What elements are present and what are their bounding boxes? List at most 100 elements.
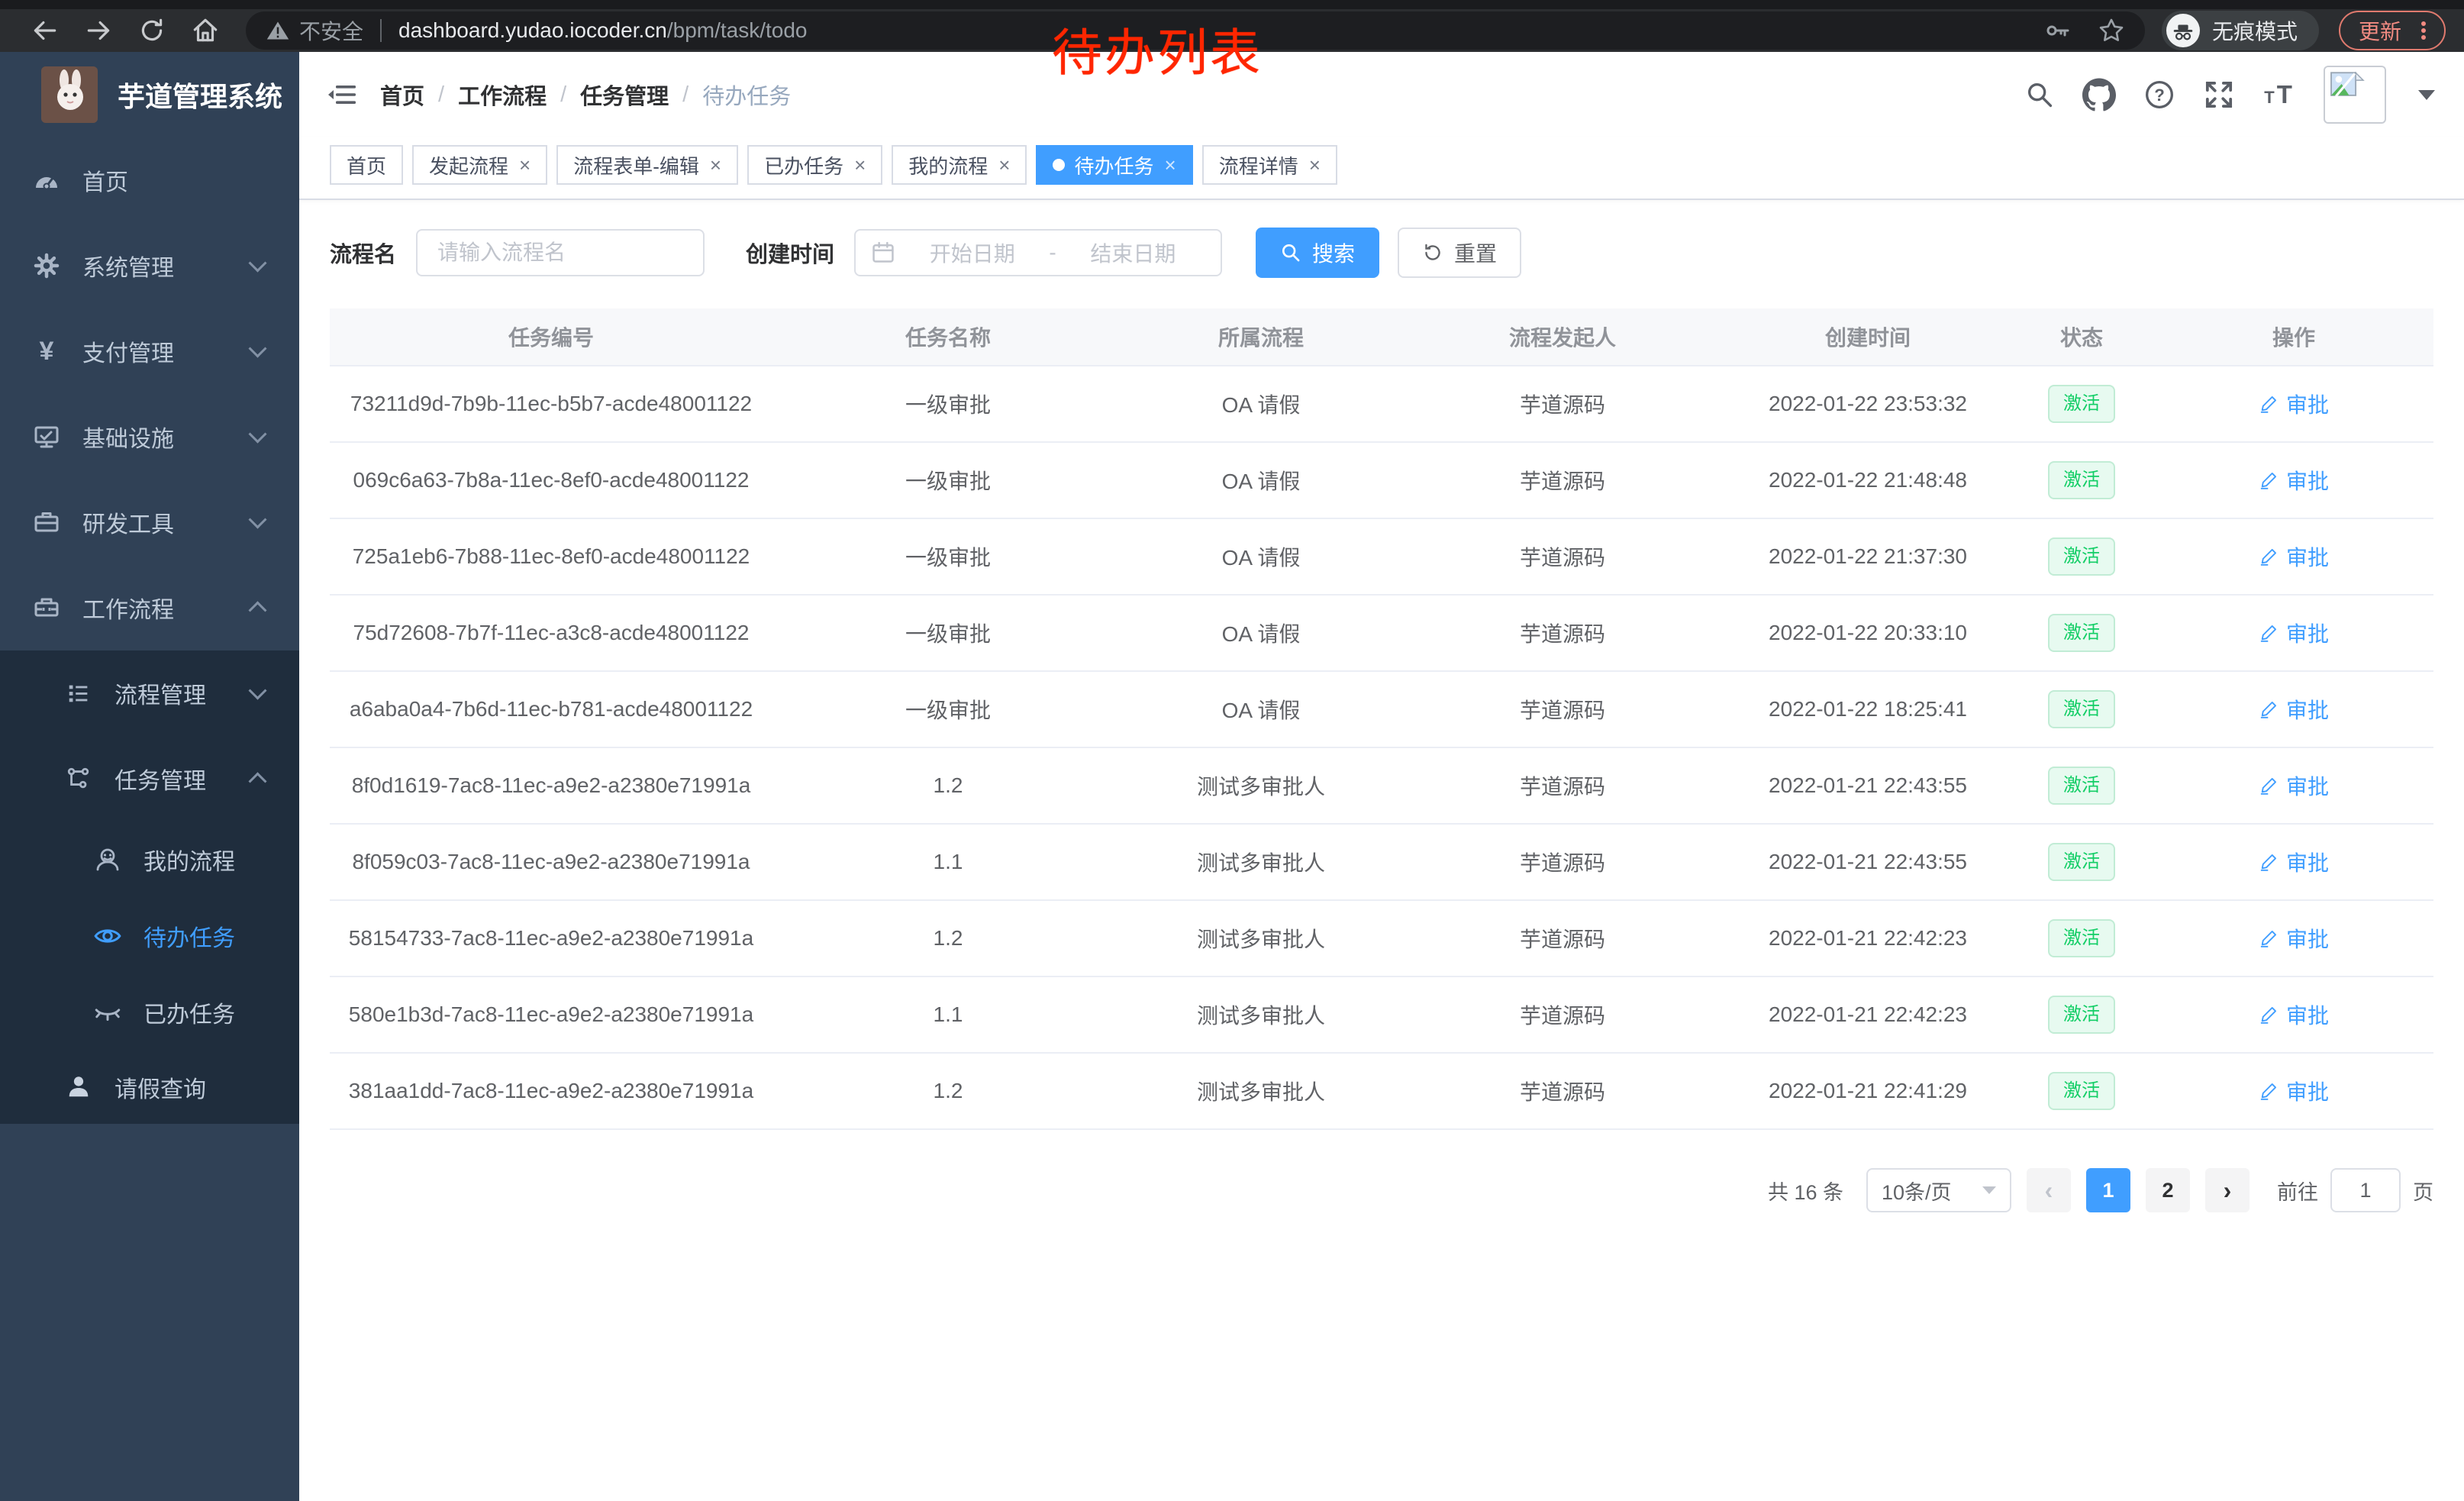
prev-page-button[interactable]: ‹ [2027, 1168, 2071, 1212]
home-icon[interactable] [191, 16, 220, 45]
col-action: 操作 [2154, 308, 2433, 366]
sidebar-item-process-management[interactable]: 流程管理 [0, 650, 299, 736]
cell-process: OA 请假 [1124, 595, 1398, 671]
approve-link[interactable]: 审批 [2259, 770, 2329, 801]
approve-link[interactable]: 审批 [2259, 389, 2329, 419]
sidebar-item-done-tasks[interactable]: 已办任务 [0, 974, 299, 1051]
back-icon[interactable] [31, 16, 60, 45]
sidebar-item-leave-query[interactable]: 请假查询 [0, 1051, 299, 1124]
search-icon[interactable] [2024, 79, 2055, 110]
tab[interactable]: 待办任务 × [1036, 145, 1192, 185]
search-button[interactable]: 搜索 [1256, 228, 1379, 278]
approve-link[interactable]: 审批 [2259, 694, 2329, 725]
cell-process: 测试多审批人 [1124, 1053, 1398, 1129]
security-warning-icon [266, 18, 290, 43]
edit-pencil-icon [2259, 776, 2279, 796]
search-button-label: 搜索 [1312, 237, 1355, 268]
status-badge: 激活 [2048, 1072, 2115, 1110]
date-range-picker[interactable]: 开始日期 - 结束日期 [854, 229, 1222, 276]
sidebar-item-system[interactable]: 系统管理 [0, 223, 299, 308]
page-button-1[interactable]: 1 [2086, 1168, 2130, 1212]
avatar-caret-down-icon[interactable] [2418, 90, 2435, 100]
tab[interactable]: 发起流程 × [412, 145, 547, 185]
tab[interactable]: 流程表单-编辑 × [556, 145, 738, 185]
forward-icon[interactable] [84, 16, 113, 45]
approve-link[interactable]: 审批 [2259, 465, 2329, 495]
end-date-placeholder[interactable]: 结束日期 [1061, 237, 1205, 268]
tab[interactable]: 我的流程 × [892, 145, 1027, 185]
edit-pencil-icon [2259, 547, 2279, 567]
update-label[interactable]: 更新 [2359, 15, 2401, 46]
process-name-input[interactable] [416, 229, 705, 276]
sidebar-item-infrastructure[interactable]: 基础设施 [0, 394, 299, 479]
tab-close-icon[interactable]: × [998, 153, 1010, 177]
approve-label: 审批 [2286, 618, 2329, 648]
tab-close-icon[interactable]: × [1165, 153, 1176, 177]
security-label[interactable]: 不安全 [299, 15, 363, 46]
tab[interactable]: 已办任务 × [747, 145, 882, 185]
github-icon[interactable] [2082, 78, 2116, 111]
approve-label: 审批 [2286, 1076, 2329, 1106]
approve-link[interactable]: 审批 [2259, 541, 2329, 572]
tab[interactable]: 流程详情 × [1202, 145, 1337, 185]
tab-close-icon[interactable]: × [710, 153, 721, 177]
app-title: 芋道管理系统 [118, 75, 282, 115]
tab-close-icon[interactable]: × [1309, 153, 1321, 177]
bookmark-star-icon[interactable] [2098, 17, 2125, 44]
avatar[interactable] [2324, 66, 2386, 124]
edit-pencil-icon [2259, 928, 2279, 948]
cell-create-time: 2022-01-21 22:43:55 [1727, 747, 2009, 824]
browser-update-button[interactable]: 更新 [2339, 11, 2446, 50]
status-badge: 激活 [2048, 385, 2115, 423]
cell-process: OA 请假 [1124, 442, 1398, 518]
sidebar-item-todo-tasks[interactable]: 待办任务 [0, 898, 299, 974]
approve-link[interactable]: 审批 [2259, 1076, 2329, 1106]
help-icon[interactable]: ? [2143, 79, 2175, 111]
start-date-placeholder[interactable]: 开始日期 [900, 237, 1044, 268]
sidebar-item-home[interactable]: 首页 [0, 137, 299, 223]
password-key-icon[interactable] [2044, 17, 2072, 44]
approve-label: 审批 [2286, 999, 2329, 1030]
approve-link[interactable]: 审批 [2259, 923, 2329, 954]
briefcase-icon [32, 508, 61, 536]
reload-icon[interactable] [137, 16, 166, 45]
approve-label: 审批 [2286, 694, 2329, 725]
tab-close-icon[interactable]: × [519, 153, 531, 177]
sidebar-item-payment[interactable]: ¥ 支付管理 [0, 308, 299, 394]
browser-menu-dots-icon[interactable] [2412, 18, 2435, 44]
sidebar-collapse-icon[interactable] [327, 80, 357, 109]
breadcrumb-home[interactable]: 首页 [380, 79, 424, 111]
cell-task-id: 725a1eb6-7b88-11ec-8ef0-acde48001122 [330, 518, 772, 595]
col-initiator: 流程发起人 [1398, 308, 1727, 366]
approve-label: 审批 [2286, 847, 2329, 877]
tab[interactable]: 首页 [330, 145, 403, 185]
breadcrumb-task-management[interactable]: 任务管理 [580, 79, 669, 111]
edit-pencil-icon [2259, 699, 2279, 719]
tab-close-icon[interactable]: × [854, 153, 866, 177]
page-size-select[interactable]: 10条/页 [1866, 1168, 2011, 1212]
sidebar-item-task-management[interactable]: 任务管理 [0, 736, 299, 822]
table-row: a6aba0a4-7b6d-11ec-b781-acde48001122 一级审… [330, 671, 2433, 747]
sidebar-item-my-process[interactable]: 我的流程 [0, 822, 299, 898]
sidebar-item-workflow[interactable]: 工作流程 [0, 565, 299, 650]
fullscreen-icon[interactable] [2203, 79, 2235, 111]
sidebar-item-devtools[interactable]: 研发工具 [0, 479, 299, 565]
approve-link[interactable]: 审批 [2259, 618, 2329, 648]
app-window: 芋道管理系统 首页 系统管理 ¥ 支付管理 [0, 52, 2464, 1501]
page-button-2[interactable]: 2 [2146, 1168, 2190, 1212]
app-logo-row[interactable]: 芋道管理系统 [0, 52, 299, 137]
approve-link[interactable]: 审批 [2259, 847, 2329, 877]
reset-button[interactable]: 重置 [1398, 228, 1521, 278]
table-body: 73211d9d-7b9b-11ec-b5b7-acde48001122 一级审… [330, 366, 2433, 1129]
org-tree-icon [64, 766, 93, 792]
annotation-text: 待办列表 [1052, 12, 1263, 86]
approve-link[interactable]: 审批 [2259, 999, 2329, 1030]
goto-page-input[interactable] [2330, 1168, 2401, 1212]
edit-pencil-icon [2259, 394, 2279, 414]
browser-frame-strip [0, 0, 2464, 9]
table-row: 069c6a63-7b8a-11ec-8ef0-acde48001122 一级审… [330, 442, 2433, 518]
font-size-icon[interactable]: TT [2262, 79, 2296, 110]
next-page-button[interactable]: › [2205, 1168, 2250, 1212]
status-badge: 激活 [2048, 461, 2115, 499]
breadcrumb-workflow[interactable]: 工作流程 [458, 79, 547, 111]
